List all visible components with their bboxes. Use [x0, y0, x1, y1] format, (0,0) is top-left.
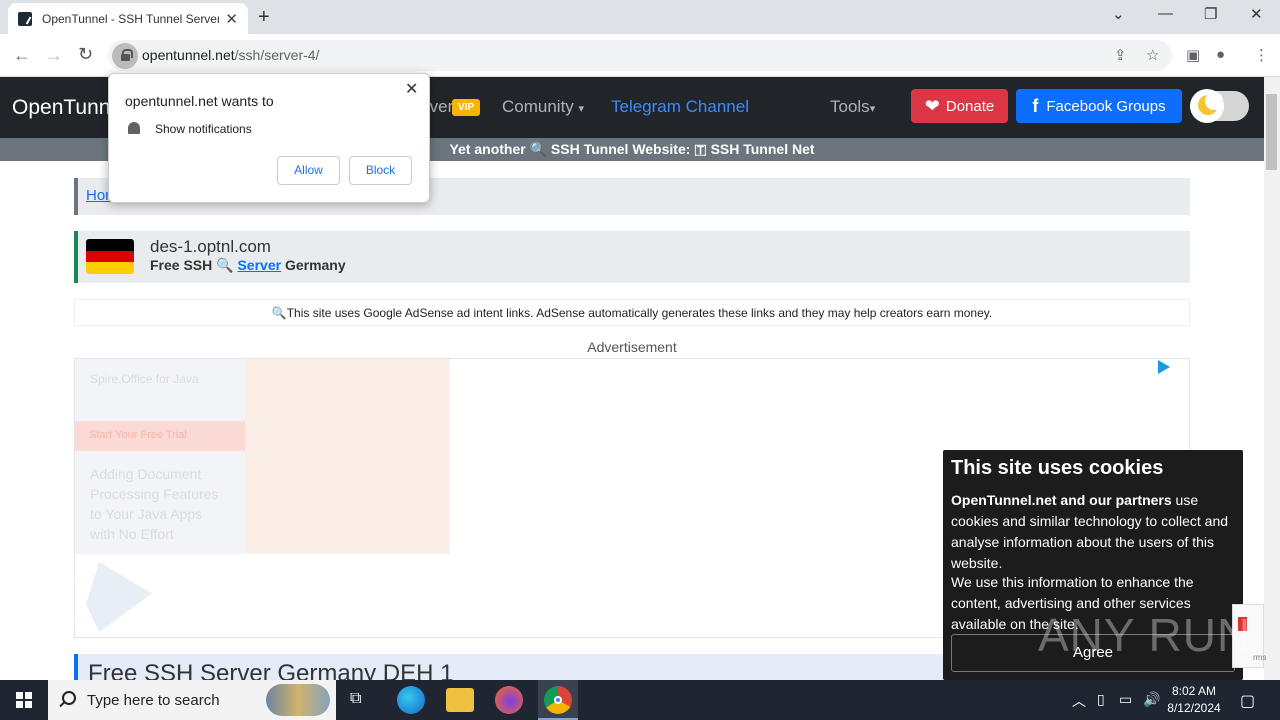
moon-icon — [1198, 92, 1223, 115]
file-explorer-icon[interactable] — [446, 688, 474, 712]
nav-community-dropdown[interactable]: Comunity ▾ — [502, 97, 584, 117]
nav-community-label: Comunity — [502, 97, 574, 116]
taskbar-clock[interactable]: 8:02 AM 8/12/2024 — [1166, 683, 1222, 717]
url-text[interactable]: opentunnel.net/ssh/server-4/ — [142, 47, 319, 63]
facebook-label: Facebook Groups — [1046, 97, 1166, 115]
minimize-icon[interactable]: — — [1158, 5, 1173, 22]
block-button[interactable]: Block — [349, 156, 412, 185]
site-favicon-icon — [18, 11, 32, 26]
window-close-icon[interactable]: ✕ — [1250, 5, 1263, 23]
notification-close-icon[interactable]: ✕ — [405, 79, 418, 99]
tab-close-icon[interactable]: ✕ — [225, 10, 238, 28]
section-title: Free SSH Server Germany DEH 1 — [74, 654, 974, 680]
new-tab-icon[interactable]: + — [258, 6, 270, 29]
facebook-icon: f — [1032, 95, 1039, 116]
notification-message: Show notifications — [155, 122, 252, 136]
tab-search-chevron-icon[interactable]: ⌄ — [1112, 5, 1125, 23]
advertisement-label: Advertisement — [587, 339, 677, 355]
tab-title: OpenTunnel - SSH Tunnel Server — [42, 11, 220, 26]
ad-brand: Spire.Office for Java — [90, 372, 199, 386]
server-hostname: des-1.optnl.com — [150, 237, 271, 256]
server-intent-link[interactable]: Server — [237, 257, 281, 273]
anyrun-watermark: ANY RUN — [1038, 609, 1252, 661]
toggle-knob — [1190, 89, 1224, 123]
clock-date: 8/12/2024 — [1167, 701, 1221, 715]
adsense-notice: 🔍This site uses Google AdSense ad intent… — [74, 299, 1190, 326]
firefox-icon[interactable] — [495, 686, 523, 714]
notification-popup-title: opentunnel.net wants to — [125, 93, 274, 109]
server-description: Free SSH 🔍 Server Germany — [150, 257, 346, 274]
clock-time: 8:02 AM — [1171, 684, 1217, 698]
donate-label: Donate — [945, 97, 995, 115]
cookie-title: This site uses cookies — [951, 457, 1164, 479]
task-view-icon[interactable]: ⧉ — [350, 690, 361, 708]
germany-flag-icon — [86, 239, 134, 274]
cookie-body-bold: OpenTunnel.net and our partners — [951, 492, 1172, 508]
search-highlight-icon[interactable] — [266, 684, 330, 716]
windows-start-icon[interactable] — [16, 692, 32, 708]
restore-icon[interactable]: ❐ — [1204, 5, 1217, 23]
chrome-icon-center — [554, 696, 562, 704]
side-panel-icon[interactable]: ▣ — [1186, 46, 1200, 64]
scrollbar-thumb[interactable] — [1266, 94, 1277, 170]
heart-icon: ❤ — [924, 95, 940, 116]
recaptcha-text: rms — [1253, 653, 1267, 662]
edge-icon[interactable] — [397, 686, 425, 714]
forward-icon[interactable]: → — [45, 45, 63, 66]
notifications-icon[interactable]: ▢ — [1240, 691, 1255, 711]
taskbar-search-placeholder: Type here to search — [87, 692, 220, 709]
network-icon[interactable]: ▭ — [1119, 691, 1132, 708]
back-icon[interactable]: ← — [13, 45, 31, 66]
section-title-text: Free SSH Server Germany DEH 1 — [88, 660, 454, 680]
vip-badge: VIP — [452, 99, 481, 116]
ad-cta-button[interactable]: Start Your Free Trial — [75, 421, 245, 451]
search-icon — [62, 691, 76, 705]
menu-kebab-icon[interactable]: ⋮ — [1254, 46, 1269, 64]
volume-icon[interactable]: 🔊 — [1143, 691, 1160, 708]
tray-overflow-icon[interactable]: ︿ — [1072, 691, 1086, 711]
dark-mode-toggle[interactable] — [1190, 89, 1249, 123]
allow-button[interactable]: Allow — [277, 156, 340, 185]
donate-button[interactable]: ❤ Donate — [911, 89, 1008, 123]
server-desc-prefix: Free SSH 🔍 — [150, 257, 238, 273]
cookie-body: OpenTunnel.net and our partners use cook… — [951, 490, 1239, 574]
nav-telegram-link[interactable]: Telegram Channel — [611, 97, 749, 117]
ad-headline: Adding Document Processing Features to Y… — [90, 466, 219, 542]
device-icon[interactable]: ▯ — [1097, 691, 1105, 708]
caret-down-icon: ▾ — [578, 103, 585, 115]
bell-icon — [128, 122, 140, 134]
profile-icon[interactable]: ● — [1216, 46, 1225, 63]
url-path: /ssh/server-4/ — [234, 47, 320, 63]
server-desc-suffix: Germany — [281, 257, 346, 273]
facebook-groups-button[interactable]: f Facebook Groups — [1016, 89, 1182, 123]
bookmark-star-icon[interactable]: ☆ — [1146, 46, 1159, 64]
browser-tab[interactable]: OpenTunnel - SSH Tunnel Server ✕ — [8, 3, 248, 34]
url-domain: opentunnel.net — [142, 47, 235, 63]
reload-icon[interactable]: ↻ — [78, 44, 93, 65]
nav-tools-dropdown[interactable]: Tools▾ — [830, 97, 875, 117]
adchoices-icon[interactable] — [1158, 360, 1170, 374]
lock-icon[interactable] — [112, 43, 138, 69]
caret-down-icon: ▾ — [869, 103, 876, 115]
share-icon[interactable]: ⇪ — [1114, 46, 1127, 64]
nav-tools-label: Tools — [830, 97, 870, 116]
